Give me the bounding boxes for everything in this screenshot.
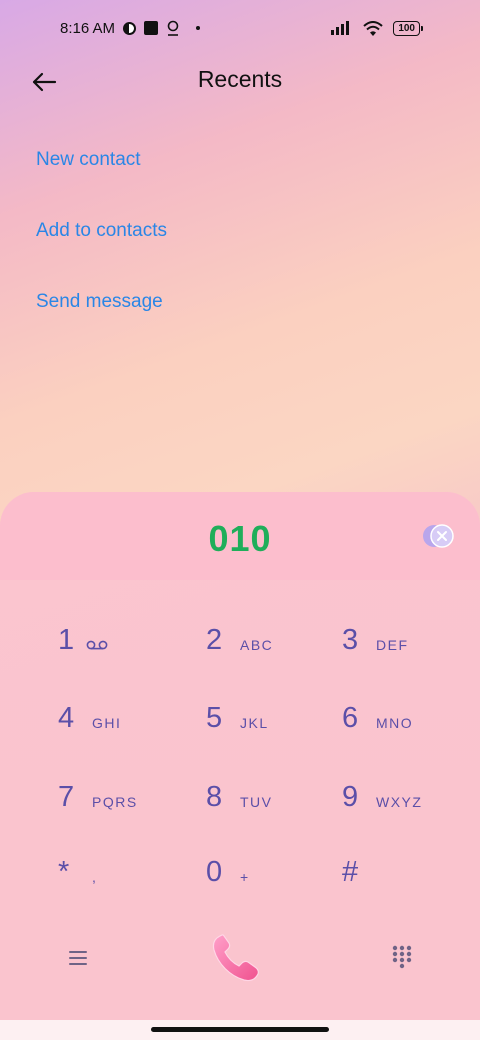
key-digit: 2 bbox=[206, 623, 223, 656]
battery-indicator: 100 bbox=[393, 20, 423, 36]
data-saver-icon bbox=[123, 21, 137, 35]
key-digit: 9 bbox=[342, 780, 359, 813]
app-notification-icon bbox=[144, 21, 159, 35]
number-area: 010 bbox=[0, 492, 480, 580]
top-app-bar: Recents bbox=[0, 56, 480, 108]
key-digit: 3 bbox=[342, 623, 359, 656]
status-bar: 8:16 AM 100 bbox=[0, 0, 480, 56]
key-letters: , bbox=[92, 869, 98, 885]
dialed-number[interactable]: 010 bbox=[0, 518, 480, 560]
number-actions: New contact Add to contacts Send message bbox=[36, 140, 167, 353]
key-digit: 7 bbox=[58, 780, 75, 813]
clear-icon bbox=[423, 524, 454, 548]
add-to-contacts-button[interactable]: Add to contacts bbox=[36, 211, 167, 282]
key-letters: WXYZ bbox=[376, 794, 423, 810]
dialer-panel: 010 1 2 ABC 3 DEF 4 GHI 5 JKL 6 MNO 7 PQ… bbox=[0, 492, 480, 1020]
key-4[interactable]: 4 GHI bbox=[58, 688, 178, 748]
page-title: Recents bbox=[197, 66, 283, 92]
key-letters: GHI bbox=[92, 715, 122, 731]
key-letters: MNO bbox=[376, 715, 414, 731]
phone-icon bbox=[212, 934, 259, 982]
menu-button[interactable] bbox=[66, 946, 90, 970]
gesture-bar bbox=[0, 1020, 480, 1040]
key-digit: * bbox=[58, 855, 70, 888]
new-contact-button[interactable]: New contact bbox=[36, 140, 167, 211]
key-7[interactable]: 7 PQRS bbox=[58, 767, 178, 827]
key-digit: 6 bbox=[342, 701, 359, 734]
clear-button[interactable] bbox=[422, 522, 456, 550]
keypad-toggle-button[interactable] bbox=[390, 944, 414, 970]
status-left: 8:16 AM bbox=[60, 19, 201, 37]
dialer-bottom-row bbox=[0, 922, 480, 992]
key-letters: DEF bbox=[376, 637, 409, 653]
key-0[interactable]: 0 + bbox=[206, 842, 326, 902]
key-digit: 5 bbox=[206, 701, 223, 734]
home-indicator[interactable] bbox=[151, 1027, 329, 1032]
key-digit: 8 bbox=[206, 780, 223, 813]
wifi-icon bbox=[363, 20, 383, 36]
key-1[interactable]: 1 bbox=[58, 610, 178, 670]
voicemail-icon bbox=[86, 640, 108, 650]
more-notifications-icon bbox=[196, 26, 201, 30]
key-letters: TUV bbox=[240, 794, 273, 810]
dialpad-icon bbox=[392, 945, 412, 969]
key-2[interactable]: 2 ABC bbox=[206, 610, 326, 670]
status-time: 8:16 AM bbox=[60, 19, 116, 37]
menu-icon bbox=[69, 951, 87, 965]
key-letters: PQRS bbox=[92, 794, 138, 810]
signal-icon bbox=[331, 21, 350, 35]
key-digit: 0 bbox=[206, 855, 223, 888]
key-letters: ABC bbox=[240, 637, 274, 653]
key-letters: JKL bbox=[240, 715, 269, 731]
key-star[interactable]: * , bbox=[58, 842, 178, 902]
key-hash[interactable]: # bbox=[342, 842, 462, 902]
key-digit: 1 bbox=[58, 623, 75, 656]
key-8[interactable]: 8 TUV bbox=[206, 767, 326, 827]
key-6[interactable]: 6 MNO bbox=[342, 688, 462, 748]
location-icon bbox=[167, 20, 179, 36]
key-5[interactable]: 5 JKL bbox=[206, 688, 326, 748]
send-message-button[interactable]: Send message bbox=[36, 282, 167, 353]
key-digit: # bbox=[342, 855, 359, 888]
call-button[interactable] bbox=[206, 928, 266, 988]
key-letters: + bbox=[240, 869, 250, 885]
status-right: 100 bbox=[331, 20, 423, 36]
key-9[interactable]: 9 WXYZ bbox=[342, 767, 462, 827]
key-digit: 4 bbox=[58, 701, 75, 734]
key-3[interactable]: 3 DEF bbox=[342, 610, 462, 670]
